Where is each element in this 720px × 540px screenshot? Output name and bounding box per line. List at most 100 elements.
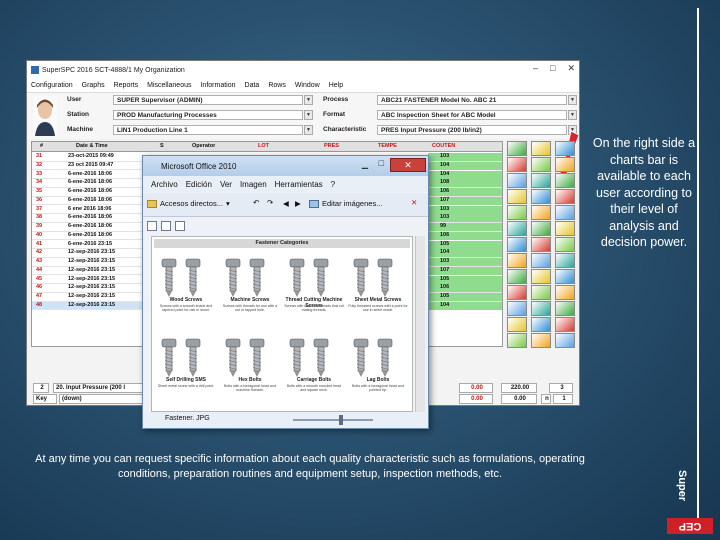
chart-type-icon[interactable] — [555, 317, 575, 332]
chart-type-icon[interactable] — [531, 237, 551, 252]
user-field[interactable]: SUPER Supervisor (ADMIN) — [113, 95, 303, 105]
chart-type-icon[interactable] — [555, 269, 575, 284]
user-dropdown-icon[interactable]: ▼ — [304, 95, 313, 105]
col-pres[interactable]: PRES — [324, 143, 339, 149]
chart-type-icon[interactable] — [555, 173, 575, 188]
prev-icon[interactable]: ◀ — [283, 199, 289, 208]
chart-type-icon[interactable] — [507, 189, 527, 204]
summary-characteristic[interactable]: 20. Input Pressure (200 l — [53, 383, 145, 393]
chart-type-icon[interactable] — [531, 301, 551, 316]
viewer-menu-archivo[interactable]: Archivo — [151, 180, 178, 189]
fastener-document: Fastener Categories Wood Screws Screws wi… — [151, 236, 413, 412]
station-field[interactable]: PROD Manufacturing Processes — [113, 110, 303, 120]
rotate-left-icon[interactable]: ↶ — [253, 198, 259, 207]
viewer-scrollbar[interactable] — [415, 236, 425, 412]
characteristic-field[interactable]: PRES Input Pressure (200 lb/in2) — [377, 125, 567, 135]
col-couten[interactable]: COUTEN — [432, 143, 455, 149]
chart-type-icon[interactable] — [531, 285, 551, 300]
chart-type-icon[interactable] — [507, 141, 527, 156]
process-dropdown-icon[interactable]: ▼ — [568, 95, 577, 105]
viewer-close-button[interactable]: ✕ — [390, 158, 426, 172]
minimize-icon[interactable]: – — [533, 63, 538, 74]
chart-type-icon[interactable] — [507, 157, 527, 172]
chart-type-icon[interactable] — [531, 317, 551, 332]
chart-type-icon[interactable] — [555, 141, 575, 156]
format-field[interactable]: ABC Inspection Sheet for ABC Model — [377, 110, 567, 120]
chart-type-icon[interactable] — [507, 317, 527, 332]
close-icon[interactable]: ✕ — [567, 63, 575, 74]
row-value: 107 — [440, 196, 450, 203]
col-lot[interactable]: LOT — [258, 143, 269, 149]
maximize-icon[interactable]: □ — [550, 63, 555, 74]
chart-type-icon[interactable] — [507, 333, 527, 348]
format-dropdown-icon[interactable]: ▼ — [568, 110, 577, 120]
delete-icon[interactable]: ✕ — [411, 198, 417, 207]
col-operator[interactable]: Operator — [192, 143, 215, 149]
viewer-menu-edicion[interactable]: Edición — [186, 180, 212, 189]
chart-type-icon[interactable] — [555, 221, 575, 236]
chart-type-icon[interactable] — [507, 205, 527, 220]
machine-field[interactable]: LIN1 Production Line 1 — [113, 125, 303, 135]
chart-type-icon[interactable] — [555, 237, 575, 252]
viewer-menu-herramientas[interactable]: Herramientas — [275, 180, 323, 189]
menu-help[interactable]: Help — [329, 82, 343, 89]
menu-information[interactable]: Information — [200, 82, 235, 89]
row-value: 103 — [440, 153, 450, 159]
menu-reports[interactable]: Reports — [114, 82, 139, 89]
rotate-right-icon[interactable]: ↷ — [267, 198, 273, 207]
chart-type-icon[interactable] — [507, 237, 527, 252]
chart-type-icon[interactable] — [507, 173, 527, 188]
edit-images-button[interactable]: Editar imágenes... — [309, 199, 382, 208]
chart-type-icon[interactable] — [555, 301, 575, 316]
viewer-minimize-icon[interactable]: ▁ — [362, 160, 368, 169]
chart-type-icon[interactable] — [531, 205, 551, 220]
chart-type-icon[interactable] — [555, 205, 575, 220]
chart-type-icon[interactable] — [507, 253, 527, 268]
summary-key-value[interactable]: (down) — [59, 394, 145, 404]
chart-type-icon[interactable] — [531, 189, 551, 204]
viewer-menu-imagen[interactable]: Imagen — [240, 180, 267, 189]
menu-rows[interactable]: Rows — [268, 82, 286, 89]
chart-type-icon[interactable] — [555, 157, 575, 172]
table-header: # Date & Time S Operator LOT PRES TEMPE … — [32, 142, 502, 152]
process-field[interactable]: ABC21 FASTENER Model No. ABC 21 — [377, 95, 567, 105]
zoom-slider-track[interactable] — [293, 419, 373, 421]
menu-graphs[interactable]: Graphs — [82, 82, 105, 89]
chart-type-icon[interactable] — [507, 269, 527, 284]
viewer-menu-help[interactable]: ? — [331, 180, 335, 189]
chart-type-icon[interactable] — [555, 333, 575, 348]
next-icon[interactable]: ▶ — [295, 199, 301, 208]
print-icon[interactable] — [161, 221, 171, 231]
fastener-description: Bolts with a hexagonal head and pointed … — [352, 384, 404, 393]
chart-type-icon[interactable] — [531, 221, 551, 236]
menu-configuration[interactable]: Configuration — [31, 82, 73, 89]
chart-type-icon[interactable] — [531, 173, 551, 188]
chart-type-icon[interactable] — [507, 301, 527, 316]
chart-type-icon[interactable] — [531, 253, 551, 268]
chart-type-icon[interactable] — [555, 285, 575, 300]
menu-miscellaneous[interactable]: Miscellaneous — [147, 82, 191, 89]
chart-type-icon[interactable] — [531, 141, 551, 156]
zoom-slider-thumb[interactable] — [339, 415, 343, 425]
chart-type-icon[interactable] — [531, 269, 551, 284]
menu-data[interactable]: Data — [245, 82, 260, 89]
col-number[interactable]: # — [40, 143, 43, 149]
chart-type-icon[interactable] — [507, 285, 527, 300]
viewer-maximize-icon[interactable]: □ — [379, 158, 384, 168]
col-date-time[interactable]: Date & Time — [76, 143, 108, 149]
col-s[interactable]: S — [160, 143, 164, 149]
chart-type-icon[interactable] — [531, 333, 551, 348]
viewer-menu-ver[interactable]: Ver — [220, 180, 232, 189]
chart-type-icon[interactable] — [507, 221, 527, 236]
station-dropdown-icon[interactable]: ▼ — [304, 110, 313, 120]
col-tempe[interactable]: TEMPE — [378, 143, 397, 149]
email-icon[interactable] — [175, 221, 185, 231]
machine-dropdown-icon[interactable]: ▼ — [304, 125, 313, 135]
menu-window[interactable]: Window — [295, 82, 320, 89]
thumbnail-icon[interactable] — [147, 221, 157, 231]
chart-type-icon[interactable] — [531, 157, 551, 172]
chart-type-icon[interactable] — [555, 253, 575, 268]
shortcuts-button[interactable]: Accesos directos... ▾ — [147, 199, 230, 208]
chart-type-icon[interactable] — [555, 189, 575, 204]
row-date-time: 6-ene-2016 18:06 — [68, 214, 113, 221]
